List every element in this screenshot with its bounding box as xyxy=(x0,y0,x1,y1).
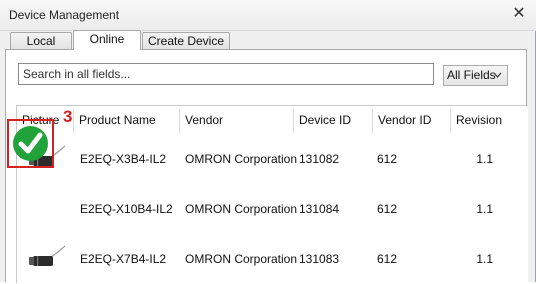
vendor-cell: OMRON Corporation xyxy=(185,152,298,166)
revision-cell: 1.1 xyxy=(476,202,493,216)
tab-create-device[interactable]: Create Device xyxy=(142,32,230,49)
product-name-cell: E2EQ-X3B4-IL2 xyxy=(80,152,167,166)
highlight-box xyxy=(7,119,54,168)
vendor-cell: OMRON Corporation xyxy=(185,252,298,266)
column-header-revision[interactable]: Revision xyxy=(451,106,521,134)
vendor-id-cell: 612 xyxy=(377,252,398,266)
sensor-icon xyxy=(25,245,66,273)
vendor-id-cell: 612 xyxy=(377,202,398,216)
tab-online[interactable]: Online xyxy=(73,30,141,50)
field-filter-dropdown[interactable]: All Fields xyxy=(443,65,508,86)
tab-local[interactable]: Local xyxy=(10,32,72,49)
vendor-cell: OMRON Corporation xyxy=(185,202,298,216)
device-table: Picture Product Name Vendor Device ID Ve… xyxy=(16,105,528,283)
title-bar: Device Management ✕ xyxy=(0,0,536,31)
search-input[interactable] xyxy=(19,64,433,84)
close-button[interactable]: ✕ xyxy=(510,5,528,23)
product-name-cell: E2EQ-X10B4-IL2 xyxy=(80,202,173,216)
table-header: Picture Product Name Vendor Device ID Ve… xyxy=(17,106,528,134)
chevron-down-icon xyxy=(493,66,502,92)
device-id-cell: 131084 xyxy=(299,202,340,216)
online-tab-panel: All Fields Picture Product Name Vendor D… xyxy=(5,49,528,283)
column-header-vendor[interactable]: Vendor xyxy=(180,106,293,134)
table-row[interactable]: E2EQ-X7B4-IL2 OMRON Corporation 131083 6… xyxy=(17,234,528,284)
field-filter-value: All Fields xyxy=(447,68,496,82)
revision-cell: 1.1 xyxy=(476,252,493,266)
table-row[interactable]: E2EQ-X3B4-IL2 OMRON Corporation 131082 6… xyxy=(17,134,528,184)
device-id-cell: 131083 xyxy=(299,252,340,266)
revision-cell: 1.1 xyxy=(476,152,493,166)
device-management-window: Device Management ✕ Local Online Create … xyxy=(0,0,536,283)
product-name-cell: E2EQ-X7B4-IL2 xyxy=(80,252,167,266)
device-id-cell: 131082 xyxy=(299,152,340,166)
column-header-vendor-id[interactable]: Vendor ID xyxy=(373,106,450,134)
column-header-device-id[interactable]: Device ID xyxy=(294,106,372,134)
vendor-id-cell: 612 xyxy=(377,152,398,166)
search-box[interactable] xyxy=(18,63,434,85)
column-header-product-name[interactable]: Product Name xyxy=(74,106,179,134)
window-title: Device Management xyxy=(9,8,120,22)
callout-number: 3 xyxy=(63,107,73,126)
table-row[interactable]: E2EQ-X10B4-IL2 OMRON Corporation 131084 … xyxy=(17,184,528,234)
